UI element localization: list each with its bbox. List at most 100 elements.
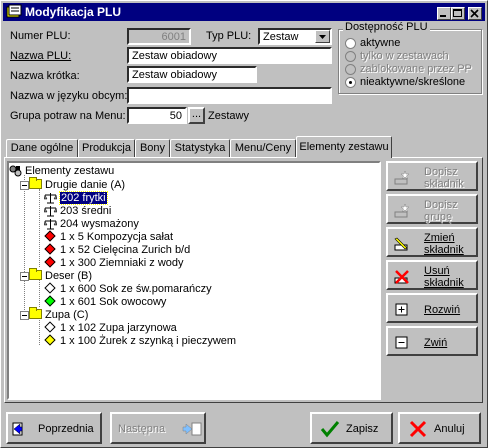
red-diamond-icon [44, 243, 56, 255]
zwin-button[interactable]: Zwiń [386, 326, 478, 356]
tree-item-label: 1 x 601 Sok owocowy [60, 296, 167, 308]
tree-line [39, 189, 40, 267]
maximize-icon [453, 9, 462, 17]
previous-icon [12, 422, 23, 436]
dopisz-skladnik-label: Dopisz składnik [424, 166, 464, 190]
tab-produkcja[interactable]: Produkcja [78, 139, 135, 157]
radio-aktywne-label: aktywne [360, 37, 401, 49]
window-title: Modyfikacja PLU [25, 5, 122, 19]
expand-icon [395, 303, 408, 316]
tree-item-label: 1 x 300 Ziemniaki z wody [60, 257, 184, 269]
zwin-label: Zwiń [424, 337, 448, 349]
title-bar[interactable]: Modyfikacja PLU [3, 3, 485, 21]
typ-plu-dropdown-button[interactable] [315, 30, 330, 43]
dopisz-skladnik-button: Dopisz składnik [386, 161, 478, 191]
tree-item-label: 1 x 52 Cielęcina Zurich b/d [60, 244, 191, 256]
white-diamond-icon [44, 282, 56, 294]
close-button[interactable] [468, 7, 482, 20]
cancel-icon [409, 420, 427, 438]
anuluj-button[interactable]: Anuluj [398, 412, 481, 444]
folder-icon [29, 268, 42, 280]
tree-item-label: 202 frytki [59, 191, 108, 205]
minimize-button[interactable] [437, 7, 451, 20]
grupa-potraw-input[interactable]: 50 [127, 107, 187, 124]
tree-item-label: 1 x 600 Sok ze św.pomarańczy [60, 283, 212, 295]
radio-zablokowane-label: zablokowane przez PP [360, 63, 472, 75]
tree-line [39, 279, 40, 307]
nazwa-krotka-input[interactable]: Zestaw obiadowy [127, 66, 257, 83]
app-icon [6, 4, 22, 18]
anuluj-label: Anuluj [434, 423, 465, 435]
edit-icon [394, 237, 408, 251]
radio-nieaktywne[interactable] [345, 77, 356, 88]
zapisz-button[interactable]: Zapisz [310, 412, 393, 444]
usun-skladnik-button[interactable]: Usuń składnik [386, 260, 478, 290]
radio-tylko-w-zestawach [345, 51, 356, 62]
collapse-toggle[interactable] [20, 181, 29, 190]
tree-group-label: Zupa (C) [45, 309, 89, 321]
minimize-icon [440, 15, 446, 17]
tab-statystyka[interactable]: Statystyka [170, 139, 230, 157]
tab-dane-ogolne[interactable]: Dane ogólne [6, 139, 78, 157]
folder-icon [29, 177, 42, 189]
red-diamond-icon [44, 256, 56, 268]
availability-title: Dostępność PLU [343, 21, 430, 33]
collapse-toggle[interactable] [20, 311, 29, 320]
add-item-icon [394, 170, 410, 185]
tree-item-label: 1 x 5 Kompozycja sałat [60, 231, 174, 243]
maximize-button[interactable] [451, 7, 465, 20]
zmien-skladnik-label: Zmień składnik [424, 232, 464, 256]
white-diamond-icon [44, 321, 56, 333]
tree-root-label: Elementy zestawu [25, 165, 115, 177]
poprzednia-button[interactable]: Poprzednia [6, 412, 102, 444]
tree-group-label: Drugie danie (A) [45, 179, 126, 191]
tree-line [24, 175, 25, 316]
add-group-icon [394, 203, 410, 218]
nazwa-obcy-label: Nazwa w języku obcym: [10, 90, 128, 102]
tree-item-label: 1 x 100 Żurek z szynką i pieczywem [60, 335, 237, 347]
radio-aktywne[interactable] [345, 38, 356, 49]
components-tree[interactable]: Elementy zestawu Drugie danie (A) 202 fr… [7, 161, 381, 400]
tree-item-label: 203 średni [60, 205, 112, 217]
next-icon [182, 422, 202, 436]
typ-plu-value: Zestaw [263, 31, 299, 43]
zapisz-label: Zapisz [346, 423, 379, 435]
nazwa-obcy-input[interactable] [127, 87, 332, 104]
delete-icon [394, 270, 409, 284]
checkmark-icon [320, 421, 340, 438]
radio-zablokowane [345, 64, 356, 75]
red-diamond-icon [44, 230, 56, 242]
close-icon [470, 9, 479, 18]
grupa-browse-button[interactable]: ... [188, 107, 205, 124]
radio-tylko-label: tylko w zestawach [360, 50, 449, 62]
tree-line [39, 317, 40, 345]
grupa-name: Zestawy [208, 110, 249, 122]
poprzednia-label: Poprzednia [38, 423, 94, 435]
rozwin-button[interactable]: Rozwiń [386, 293, 478, 323]
tab-menu-ceny[interactable]: Menu/Ceny [230, 139, 296, 157]
folder-icon [29, 307, 42, 319]
radio-nieaktywne-label: nieaktywne/skreślone [360, 76, 466, 88]
tab-elementy-zestawu[interactable]: Elementy zestawu [296, 136, 392, 158]
numer-plu-field: 6001 [127, 28, 191, 45]
typ-plu-select[interactable]: Zestaw [258, 28, 332, 45]
nazwa-plu-label: Nazwa PLU: [10, 50, 72, 62]
yellow-diamond-icon [44, 334, 56, 346]
scale-icon [44, 193, 57, 204]
tree-group-label: Deser (B) [45, 270, 93, 282]
green-diamond-icon [44, 295, 56, 307]
rozwin-label: Rozwiń [424, 304, 461, 316]
components-icon [9, 165, 22, 177]
dopisz-grupe-button: Dopisz grupę [386, 194, 478, 224]
grupa-potraw-label: Grupa potraw na Menu: [10, 110, 126, 122]
nazwa-krotka-label: Nazwa krótka: [10, 70, 80, 82]
collapse-toggle[interactable] [20, 272, 29, 281]
zmien-skladnik-button[interactable]: Zmień składnik [386, 227, 478, 257]
tab-bony[interactable]: Bony [135, 139, 170, 157]
nazwa-plu-input[interactable]: Zestaw obiadowy [127, 47, 332, 64]
tree-item-label: 1 x 102 Zupa jarzynowa [60, 322, 177, 334]
typ-plu-label: Typ PLU: [206, 30, 252, 42]
scale-icon [44, 206, 57, 217]
nastepna-button: Następna [110, 412, 206, 444]
tree-item-label: 204 wysmażony [60, 218, 139, 230]
